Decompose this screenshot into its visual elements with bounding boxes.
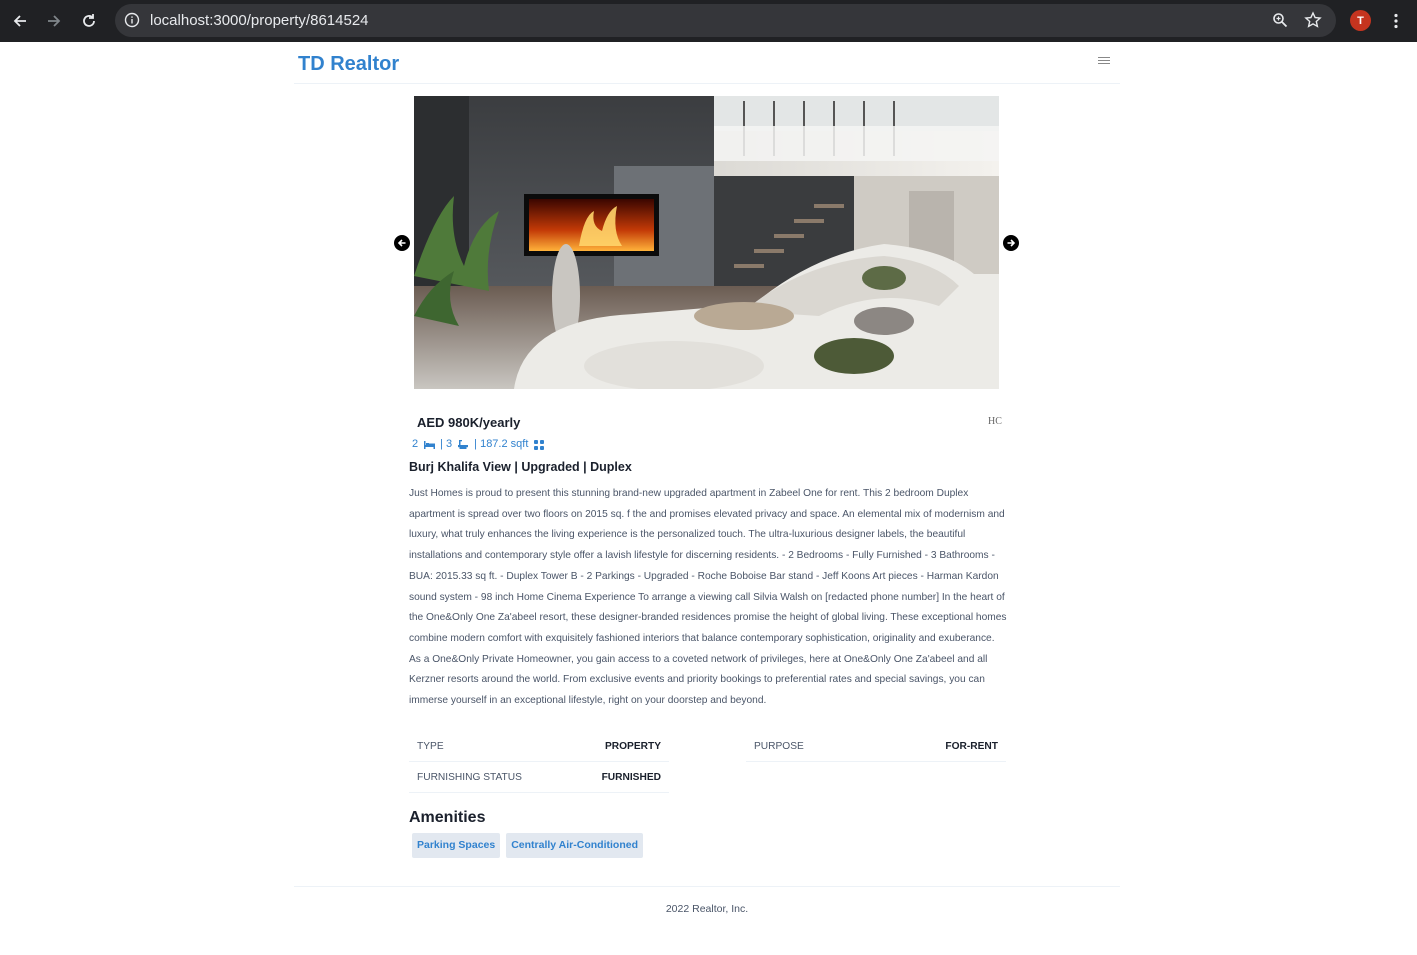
profile-avatar[interactable]: T — [1350, 10, 1371, 31]
amenity-tag: Parking Spaces — [412, 833, 501, 858]
footer: 2022 Realtor, Inc. — [294, 886, 1120, 946]
rooms-count: 2 — [412, 438, 419, 450]
menu-icon[interactable] — [1098, 57, 1110, 67]
fact-type: TYPE PROPERTY — [409, 732, 669, 762]
site-info-icon[interactable] — [124, 12, 140, 33]
url-text[interactable]: localhost:3000/property/8614524 — [150, 12, 369, 29]
property-description: Just Homes is proud to present this stun… — [409, 488, 1007, 707]
property-title: Burj Khalifa View | Upgraded | Duplex — [409, 460, 632, 474]
arrow-right-circle-icon[interactable] — [1003, 235, 1019, 251]
reload-icon[interactable] — [78, 10, 100, 32]
fact-value: FURNISHED — [601, 772, 661, 783]
fact-purpose: PURPOSE FOR-RENT — [746, 732, 1006, 762]
area-size: | 187.2 sqft — [474, 438, 529, 450]
grid-icon — [534, 439, 545, 450]
property-photo — [414, 96, 999, 389]
bookmark-star-icon[interactable] — [1304, 11, 1322, 34]
zoom-icon[interactable] — [1272, 12, 1288, 33]
baths-count: | 3 — [440, 438, 453, 450]
back-icon[interactable] — [9, 10, 31, 32]
fact-label: TYPE — [417, 741, 444, 752]
fact-value: FOR-RENT — [945, 741, 998, 752]
property-stats: 2 | 3 | 187.2 sqft — [412, 437, 545, 451]
address-bar[interactable]: localhost:3000/property/8614524 — [115, 4, 1336, 37]
amenity-tag: Centrally Air-Conditioned — [506, 833, 643, 858]
fact-label: PURPOSE — [754, 741, 804, 752]
more-menu-icon[interactable] — [1385, 10, 1407, 32]
forward-icon[interactable] — [43, 10, 65, 32]
brand-link[interactable]: TD Realtor — [298, 53, 399, 76]
fact-value: PROPERTY — [604, 741, 661, 752]
footer-copyright: 2022 Realtor, Inc. — [665, 903, 749, 915]
amenities-heading: Amenities — [409, 809, 486, 826]
fact-furnishing: FURNISHING STATUS FURNISHED — [409, 763, 669, 793]
amenities-list: Parking Spaces Centrally Air-Conditioned — [412, 833, 643, 858]
bed-icon — [424, 440, 436, 449]
arrow-left-circle-icon[interactable] — [394, 235, 410, 251]
browser-toolbar: localhost:3000/property/8614524 T — [0, 0, 1417, 42]
property-price: AED 980K/yearly — [417, 415, 521, 430]
fact-label: FURNISHING STATUS — [417, 772, 522, 783]
navbar: TD Realtor — [294, 43, 1120, 84]
agency-logo: HC — [988, 416, 1002, 427]
bath-icon — [458, 439, 469, 449]
